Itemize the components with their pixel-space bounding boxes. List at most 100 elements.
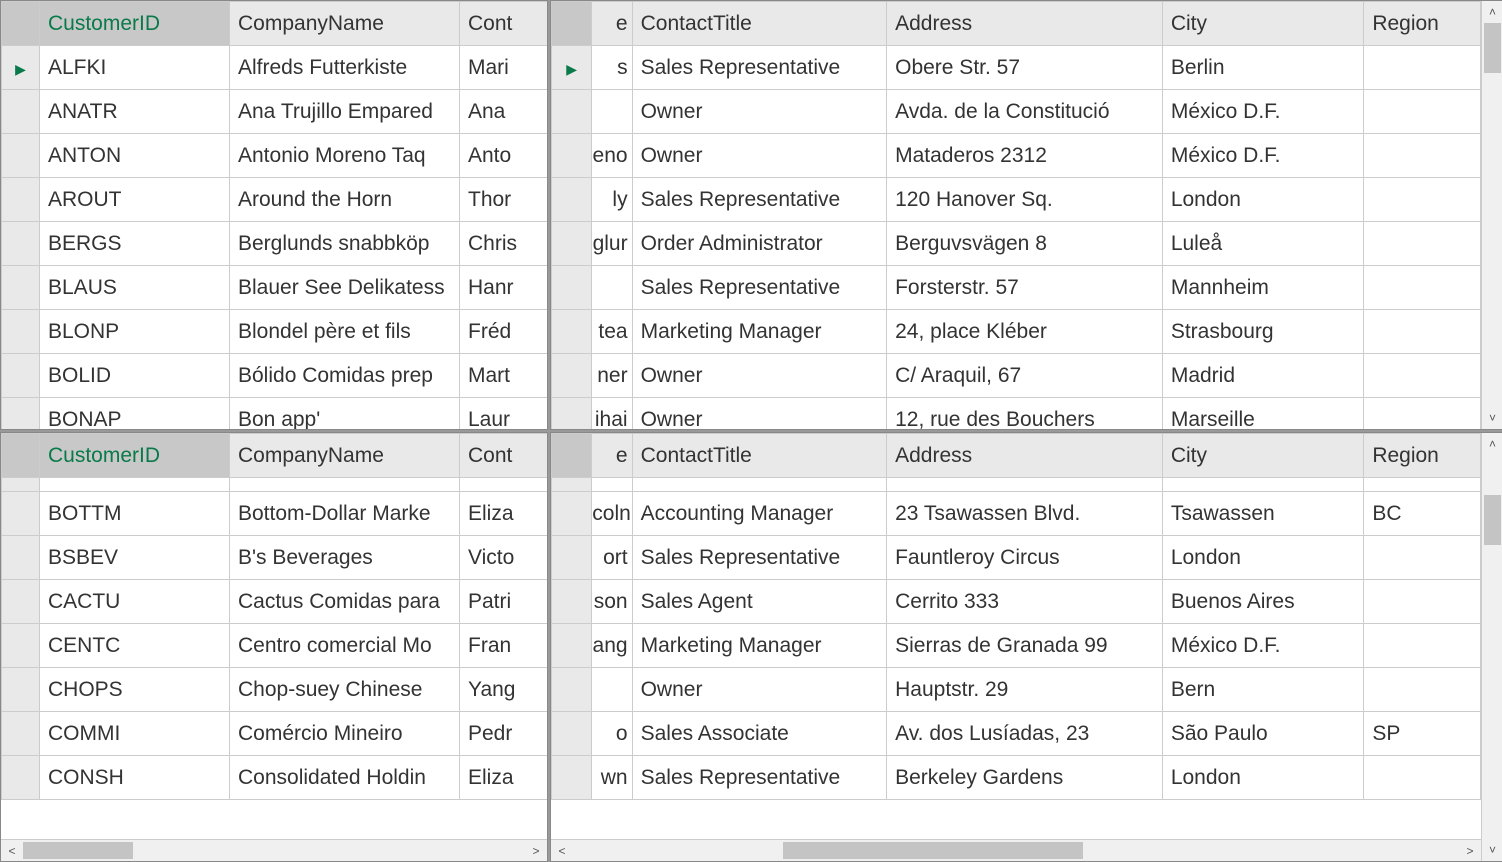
table-row[interactable]: BLONPBlondel père et filsFréd <box>2 310 548 354</box>
row-selector[interactable] <box>552 478 592 492</box>
cell-city[interactable] <box>1162 478 1363 492</box>
cell-companyname[interactable]: Blauer See Delikatess <box>230 266 460 310</box>
cell-contactname-frag[interactable]: Anto <box>460 134 548 178</box>
cell-contactname-frag-r[interactable] <box>592 668 632 712</box>
row-selector[interactable] <box>2 266 40 310</box>
row-selector[interactable] <box>2 398 40 430</box>
cell-contactname-frag[interactable]: Hanr <box>460 266 548 310</box>
cell-customerid[interactable]: BERGS <box>40 222 230 266</box>
cell-contactname-frag[interactable]: Eliza <box>460 492 548 536</box>
col-header-contactname-frag-r[interactable]: e <box>592 434 632 478</box>
col-header-contactname-frag-r[interactable]: e <box>592 2 632 46</box>
cell-contactname-frag-r[interactable]: glur <box>592 222 632 266</box>
cell-customerid[interactable]: COMMI <box>40 712 230 756</box>
row-selector-header[interactable] <box>552 2 592 46</box>
table-row[interactable]: CHOPSChop-suey ChineseYang <box>2 668 548 712</box>
cell-contacttitle[interactable]: Marketing Manager <box>632 624 887 668</box>
cell-contactname-frag[interactable]: Fran <box>460 624 548 668</box>
cell-address[interactable]: Hauptstr. 29 <box>887 668 1163 712</box>
row-selector[interactable] <box>552 580 592 624</box>
cell-city[interactable]: Bern <box>1162 668 1363 712</box>
cell-contactname-frag-r[interactable]: tea <box>592 310 632 354</box>
row-selector[interactable] <box>552 492 592 536</box>
cell-contactname-frag-r[interactable]: ihai <box>592 398 632 430</box>
row-selector[interactable] <box>2 310 40 354</box>
cell-address[interactable]: C/ Araquil, 67 <box>887 354 1163 398</box>
cell-contactname-frag-r[interactable]: ort <box>592 536 632 580</box>
cell-city[interactable]: London <box>1162 178 1363 222</box>
row-selector[interactable] <box>552 310 592 354</box>
scroll-down-icon[interactable]: ˅ <box>1482 407 1502 429</box>
cell-city[interactable]: Marseille <box>1162 398 1363 430</box>
cell-region[interactable] <box>1364 354 1481 398</box>
col-header-companyname[interactable]: CompanyName <box>230 2 460 46</box>
row-selector[interactable] <box>2 536 40 580</box>
cell-contacttitle[interactable] <box>632 478 887 492</box>
row-selector[interactable] <box>552 756 592 800</box>
vertical-scrollbar[interactable]: ˄ ˅ <box>1481 1 1502 429</box>
row-selector[interactable] <box>552 668 592 712</box>
cell-customerid[interactable]: ANATR <box>40 90 230 134</box>
cell-contacttitle[interactable]: Owner <box>632 90 887 134</box>
cell-region[interactable] <box>1364 580 1481 624</box>
row-selector[interactable] <box>552 266 592 310</box>
row-selector[interactable] <box>2 134 40 178</box>
cell-contactname-frag-r[interactable]: ly <box>592 178 632 222</box>
cell-customerid[interactable]: BLONP <box>40 310 230 354</box>
cell-customerid[interactable]: BSBEV <box>40 536 230 580</box>
cell-companyname[interactable]: Cactus Comidas para <box>230 580 460 624</box>
cell-contacttitle[interactable]: Sales Associate <box>632 712 887 756</box>
cell-contacttitle[interactable]: Sales Agent <box>632 580 887 624</box>
table-row[interactable]: nerOwnerC/ Araquil, 67Madrid <box>552 354 1481 398</box>
cell-address[interactable]: 120 Hanover Sq. <box>887 178 1163 222</box>
table-row[interactable]: BONAPBon app'Laur <box>2 398 548 430</box>
cell-contactname-frag-r[interactable]: o <box>592 712 632 756</box>
table-row[interactable]: AROUTAround the HornThor <box>2 178 548 222</box>
cell-address[interactable] <box>887 478 1163 492</box>
cell-contactname-frag-r[interactable]: ner <box>592 354 632 398</box>
cell-contacttitle[interactable]: Sales Representative <box>632 266 887 310</box>
cell-contacttitle[interactable]: Owner <box>632 398 887 430</box>
col-header-city[interactable]: City <box>1162 2 1363 46</box>
cell-address[interactable]: Mataderos 2312 <box>887 134 1163 178</box>
row-selector[interactable] <box>2 624 40 668</box>
cell-contactname-frag-r[interactable] <box>592 90 632 134</box>
cell-contactname-frag[interactable]: Patri <box>460 580 548 624</box>
cell-contactname-frag[interactable]: Chris <box>460 222 548 266</box>
table-row[interactable]: BOLIDBólido Comidas prepMart <box>2 354 548 398</box>
table-row[interactable]: angMarketing ManagerSierras de Granada 9… <box>552 624 1481 668</box>
cell-contactname-frag[interactable]: Mart <box>460 354 548 398</box>
cell-city[interactable]: Madrid <box>1162 354 1363 398</box>
cell-contactname-frag-r[interactable]: coln <box>592 492 632 536</box>
table-row[interactable]: ihaiOwner12, rue des BouchersMarseille <box>552 398 1481 430</box>
cell-region[interactable] <box>1364 90 1481 134</box>
row-selector[interactable] <box>2 492 40 536</box>
table-row[interactable]: Sales RepresentativeForsterstr. 57Mannhe… <box>552 266 1481 310</box>
row-selector[interactable] <box>2 668 40 712</box>
cell-companyname[interactable]: Around the Horn <box>230 178 460 222</box>
cell-contactname-frag[interactable]: Fréd <box>460 310 548 354</box>
cell-contactname-frag[interactable]: Victo <box>460 536 548 580</box>
cell-address[interactable]: Av. dos Lusíadas, 23 <box>887 712 1163 756</box>
col-header-address[interactable]: Address <box>887 434 1163 478</box>
cell-city[interactable]: Luleå <box>1162 222 1363 266</box>
scroll-up-icon[interactable]: ˄ <box>1482 433 1502 455</box>
cell-address[interactable]: Sierras de Granada 99 <box>887 624 1163 668</box>
cell-companyname[interactable]: Comércio Mineiro <box>230 712 460 756</box>
col-header-contacttitle[interactable]: ContactTitle <box>632 2 887 46</box>
cell-region[interactable] <box>1364 310 1481 354</box>
col-header-city[interactable]: City <box>1162 434 1363 478</box>
row-selector[interactable] <box>552 354 592 398</box>
grid-bottom-right[interactable]: e ContactTitle Address City Region colnA… <box>551 433 1481 800</box>
col-header-customerid[interactable]: CustomerID <box>40 2 230 46</box>
cell-city[interactable]: México D.F. <box>1162 624 1363 668</box>
cell-companyname[interactable]: Antonio Moreno Taq <box>230 134 460 178</box>
scroll-right-icon[interactable]: ˃ <box>525 840 547 862</box>
cell-region[interactable] <box>1364 668 1481 712</box>
grid-top-right[interactable]: e ContactTitle Address City Region ▶sSal… <box>551 1 1481 429</box>
cell-customerid[interactable]: BLAUS <box>40 266 230 310</box>
row-selector[interactable] <box>2 90 40 134</box>
cell-address[interactable]: Cerrito 333 <box>887 580 1163 624</box>
scroll-down-icon[interactable]: ˅ <box>1482 839 1502 861</box>
cell-region[interactable] <box>1364 266 1481 310</box>
